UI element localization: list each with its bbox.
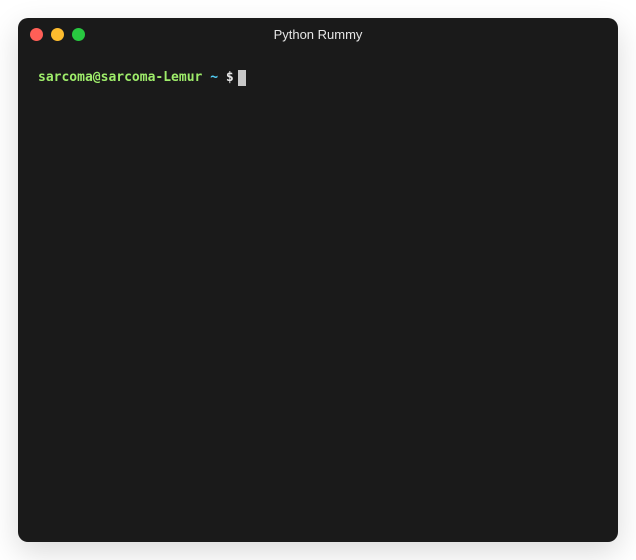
cursor-icon (238, 70, 246, 86)
prompt-path: ~ (210, 68, 218, 88)
terminal-window: Python Rummy sarcoma@sarcoma-Lemur ~ $ (18, 18, 618, 542)
prompt-line: sarcoma@sarcoma-Lemur ~ $ (38, 68, 598, 88)
traffic-lights (30, 28, 85, 41)
maximize-icon[interactable] (72, 28, 85, 41)
terminal-body[interactable]: sarcoma@sarcoma-Lemur ~ $ (18, 50, 618, 542)
minimize-icon[interactable] (51, 28, 64, 41)
prompt-user-host: sarcoma@sarcoma-Lemur (38, 68, 202, 88)
prompt-separator (218, 68, 226, 88)
window-title: Python Rummy (18, 27, 618, 42)
prompt-symbol: $ (226, 68, 234, 88)
prompt-separator (202, 68, 210, 88)
titlebar: Python Rummy (18, 18, 618, 50)
close-icon[interactable] (30, 28, 43, 41)
